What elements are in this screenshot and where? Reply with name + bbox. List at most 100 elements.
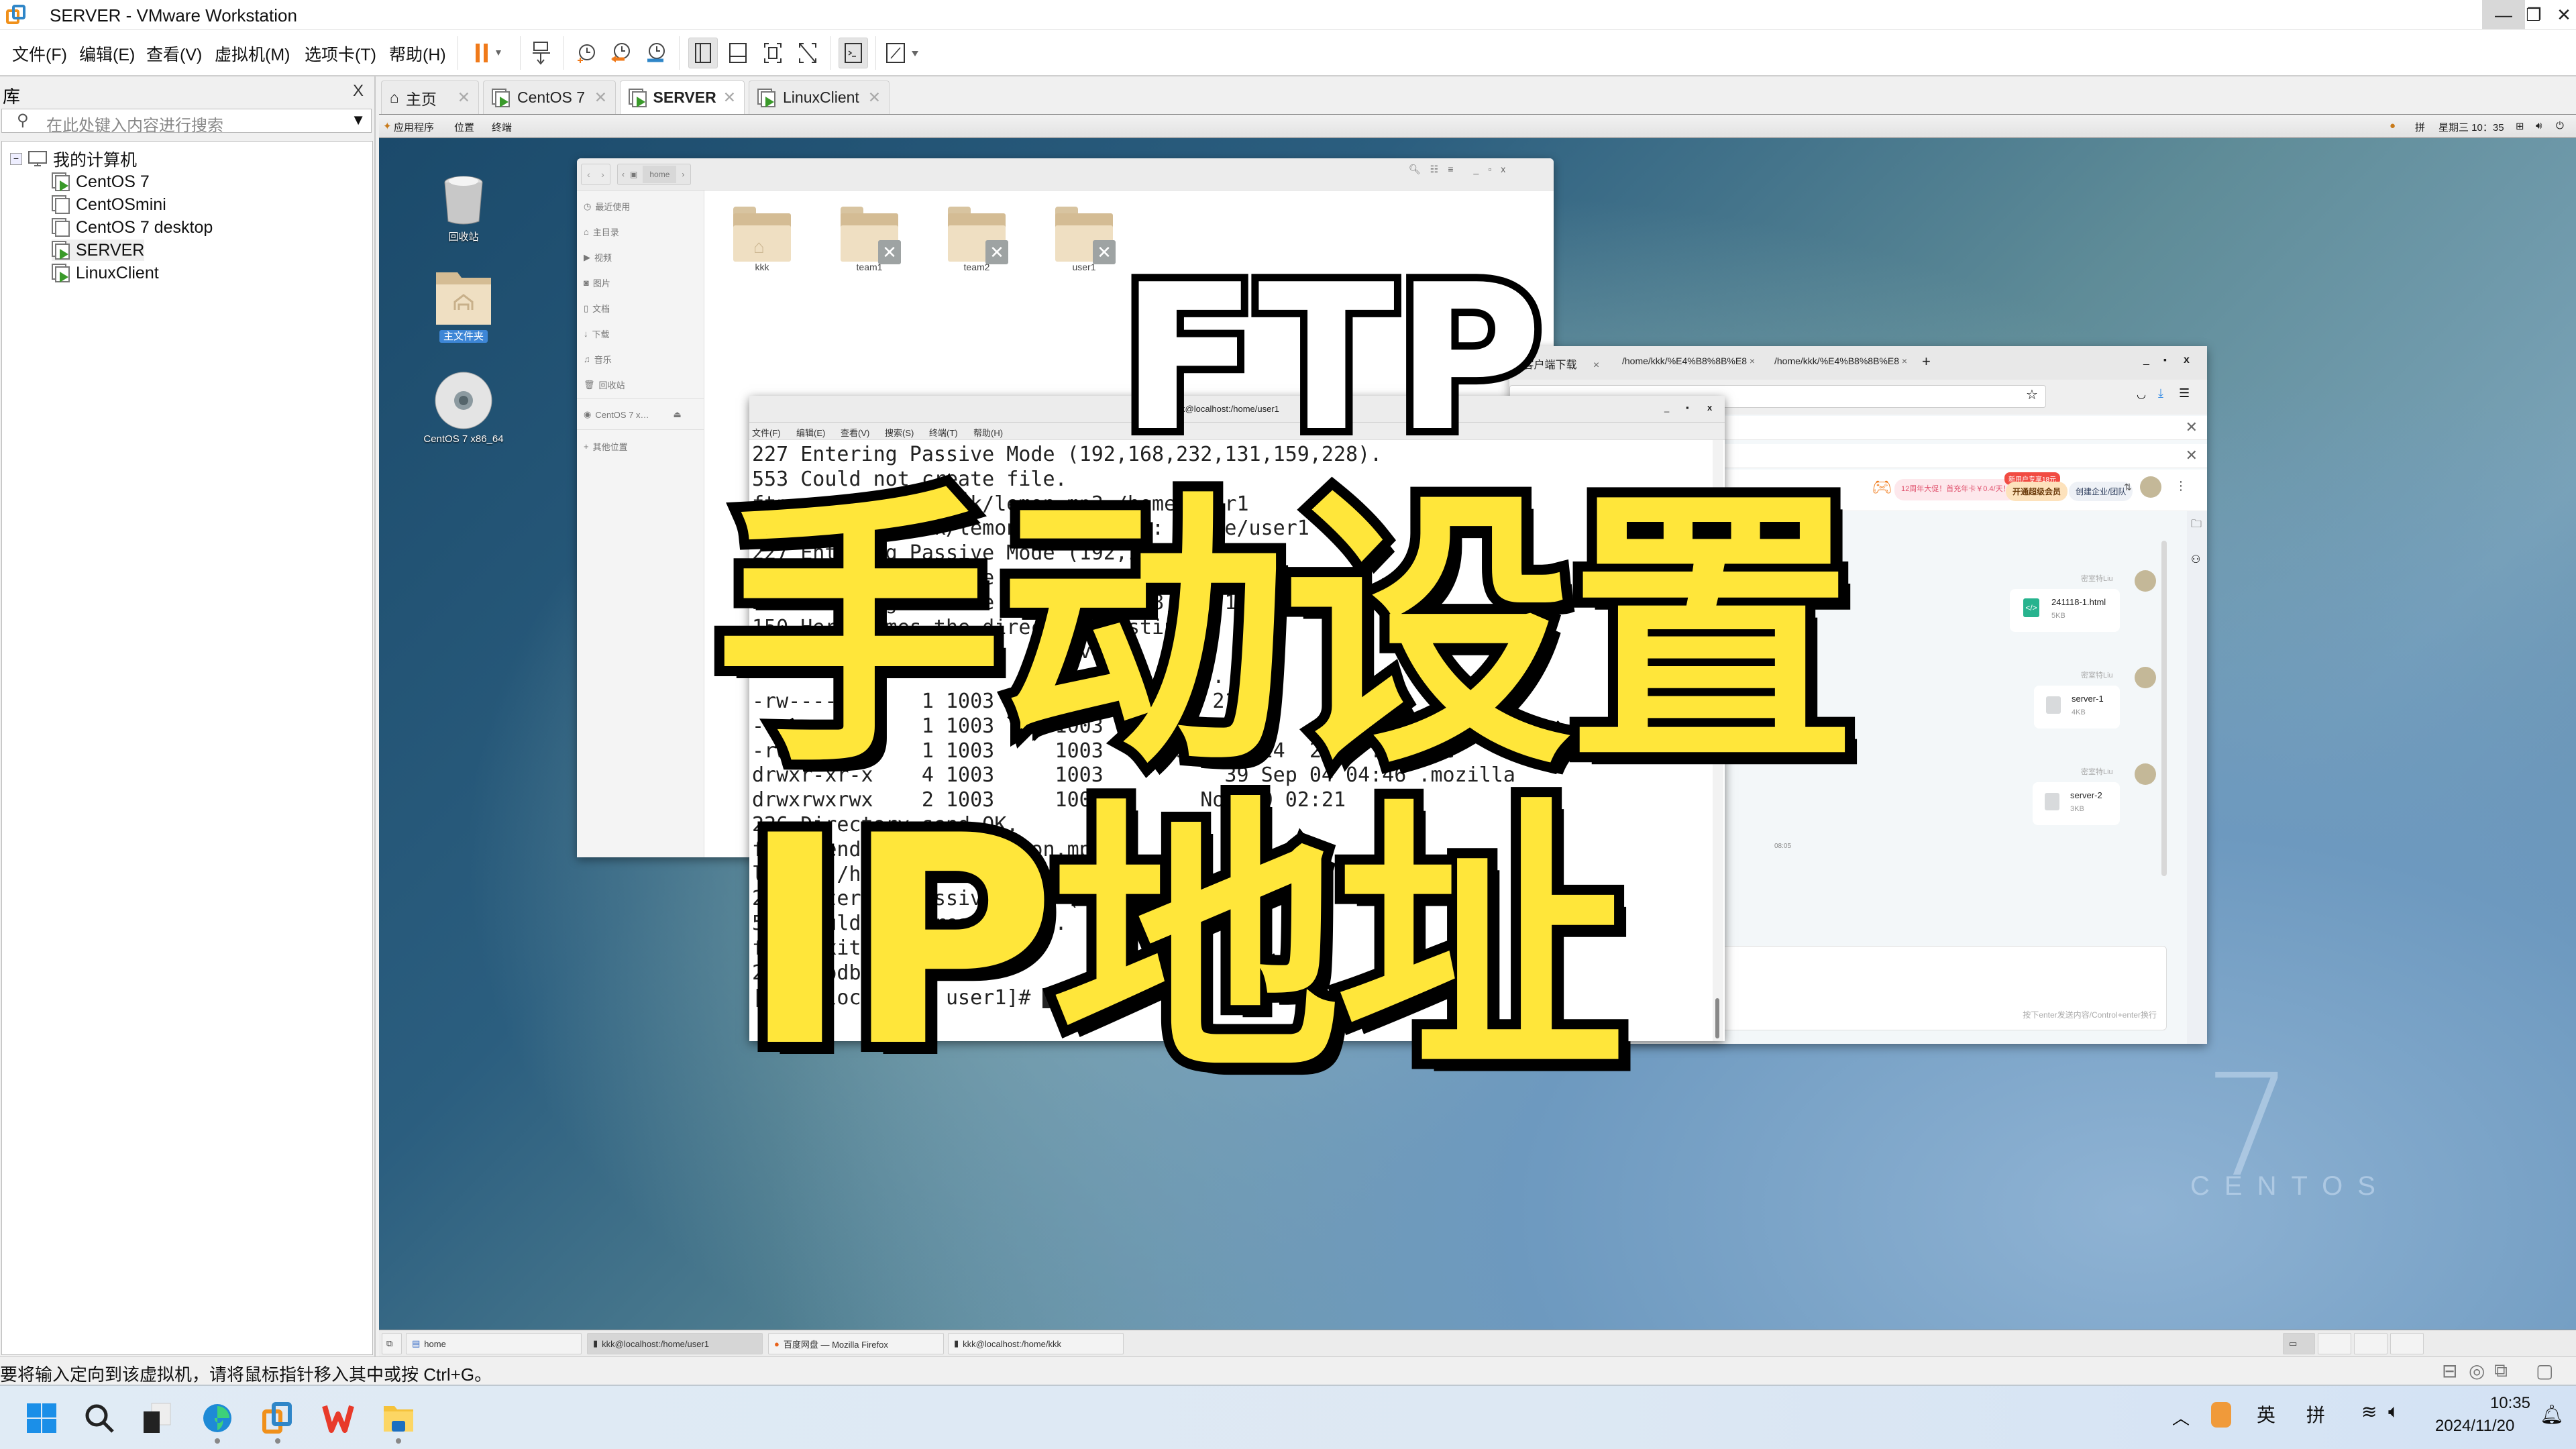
- ime-indicator[interactable]: 拼: [2415, 120, 2425, 134]
- menu-places[interactable]: 位置: [454, 120, 474, 134]
- terminal-menu-terminal[interactable]: 终端(T): [929, 426, 958, 439]
- chat-scrollbar[interactable]: [2161, 541, 2167, 876]
- workspace-4[interactable]: [2390, 1333, 2424, 1354]
- search-dropdown-icon[interactable]: ▼: [351, 111, 366, 129]
- minimize-icon[interactable]: _: [2143, 354, 2149, 366]
- wifi-icon[interactable]: ≋: [2361, 1401, 2377, 1423]
- workspace-1[interactable]: ▭: [2283, 1333, 2315, 1354]
- download-icon[interactable]: ⤓: [2158, 386, 2163, 400]
- terminal-menu-file[interactable]: 文件(F): [752, 426, 781, 439]
- sidebar-item-other-locations[interactable]: + 其他位置: [584, 440, 628, 453]
- path-bar[interactable]: ‹ ▣ home ›: [617, 164, 691, 185]
- folder-icon[interactable]: 🗀︎: [2191, 517, 2202, 535]
- menu-vm[interactable]: 虚拟机(M): [215, 42, 290, 66]
- stretch-view-button[interactable]: [883, 38, 927, 68]
- volume-icon[interactable]: 🔈︎: [2388, 1401, 2400, 1423]
- close-button[interactable]: ✕: [2542, 0, 2576, 30]
- thumbnail-view-button[interactable]: [723, 38, 753, 68]
- search-button[interactable]: [80, 1399, 118, 1437]
- maximize-icon[interactable]: ▪: [1686, 402, 1689, 413]
- guest-task-terminal-kkk[interactable]: ▮ kkk@localhost:/home/kkk: [948, 1333, 1124, 1354]
- sidebar-item-videos[interactable]: ▶ 视频: [584, 251, 612, 264]
- sidebar-item-centos-disc[interactable]: ◉ CentOS 7 x… ⏏: [584, 409, 682, 420]
- guest-task-firefox[interactable]: ● 百度网盘 — Mozilla Firefox: [768, 1333, 944, 1354]
- network-icon[interactable]: ⊞: [2516, 120, 2524, 132]
- menu-terminal[interactable]: 终端: [492, 120, 512, 134]
- gnome-clock[interactable]: 星期三 10：35: [2438, 120, 2504, 134]
- sidebar-item-home[interactable]: ⌂ 主目录: [584, 225, 619, 238]
- menu-edit[interactable]: 编辑(E): [79, 42, 135, 66]
- revert-snapshot-button[interactable]: [606, 38, 636, 68]
- group-members-icon[interactable]: ⚇: [2191, 553, 2200, 566]
- workspace-2[interactable]: [2318, 1333, 2351, 1354]
- sidebar-item-trash[interactable]: 🗑︎ 回收站: [584, 378, 625, 391]
- take-snapshot-button[interactable]: [572, 38, 601, 68]
- browser-tab[interactable]: /home/kkk/%E4%B8%8B%E8 ×: [1774, 356, 1907, 366]
- ime-pinyin[interactable]: 拼: [2306, 1401, 2325, 1428]
- back-icon[interactable]: ‹: [587, 169, 590, 180]
- console-view-button[interactable]: [839, 38, 868, 68]
- path-segment-home[interactable]: home: [643, 166, 677, 183]
- vmware-button[interactable]: [259, 1399, 297, 1444]
- task-view-button[interactable]: [138, 1399, 176, 1437]
- notification-bell-icon[interactable]: 🔔︎: [2540, 1403, 2564, 1426]
- sidebar-item-documents[interactable]: ▯ 文档: [584, 302, 610, 315]
- fullscreen-button[interactable]: [758, 38, 788, 68]
- message-log-icon[interactable]: ▢: [2536, 1360, 2553, 1382]
- show-desktop-button[interactable]: ⧉: [382, 1333, 402, 1354]
- edge-button[interactable]: [199, 1399, 236, 1444]
- menu-view[interactable]: 查看(V): [146, 42, 202, 66]
- terminal-menu-help[interactable]: 帮助(H): [973, 426, 1003, 439]
- tree-vm-centos7-desktop[interactable]: CentOS 7 desktop: [52, 217, 213, 238]
- menu-file[interactable]: 文件(F): [12, 42, 67, 66]
- transfer-icon[interactable]: ⇅: [2124, 482, 2132, 493]
- tab-centos7[interactable]: CentOS 7 ✕: [483, 80, 616, 114]
- library-view-button[interactable]: [688, 38, 718, 68]
- tree-vm-linuxclient[interactable]: LinuxClient: [52, 262, 159, 284]
- minimize-icon[interactable]: _: [1664, 402, 1669, 413]
- maximize-icon[interactable]: ▪: [2163, 354, 2167, 365]
- pause-button[interactable]: [466, 38, 513, 68]
- terminal-menu-view[interactable]: 查看(V): [841, 426, 869, 439]
- sidebar-item-recent[interactable]: ◷ 最近使用: [584, 200, 630, 213]
- desktop-icon-home-folder[interactable]: 主文件夹: [417, 270, 511, 343]
- wps-button[interactable]: [319, 1399, 357, 1437]
- maximize-icon[interactable]: ▫: [1488, 164, 1491, 175]
- hamburger-menu-icon[interactable]: ☰: [2179, 386, 2190, 400]
- folder-team1[interactable]: ✕ team1: [836, 207, 903, 272]
- ime-english[interactable]: 英: [2257, 1401, 2275, 1428]
- game-icon[interactable]: 🎮︎: [1872, 478, 1892, 497]
- ime-app-icon[interactable]: [2211, 1402, 2231, 1428]
- tree-vm-centosmini[interactable]: CentOSmini: [52, 194, 166, 215]
- minimize-icon[interactable]: _: [1474, 164, 1479, 175]
- file-message[interactable]: server-2 3KB: [2033, 782, 2120, 825]
- new-tab-button[interactable]: +: [1922, 353, 1931, 370]
- guest-task-terminal-user1[interactable]: ▮ kkk@localhost:/home/user1: [587, 1333, 763, 1354]
- eject-icon[interactable]: ⏏: [674, 409, 682, 420]
- library-search-input[interactable]: ⚲ 在此处键入内容进行搜索 ▼: [1, 109, 372, 135]
- tab-server[interactable]: SERVER ✕: [620, 80, 745, 114]
- hard-disk-icon[interactable]: ⊟: [2442, 1360, 2457, 1382]
- file-explorer-button[interactable]: [380, 1399, 417, 1444]
- send-ctrl-alt-del-button[interactable]: [527, 38, 556, 68]
- sidebar-item-music[interactable]: ♫ 音乐: [584, 353, 612, 366]
- tab-home[interactable]: ⌂ 主页 ✕: [381, 80, 479, 114]
- terminal-menu-search[interactable]: 搜索(S): [885, 426, 914, 439]
- close-icon[interactable]: x: [1707, 402, 1712, 413]
- search-icon[interactable]: 🔍︎: [1409, 164, 1421, 175]
- library-close-button[interactable]: X: [353, 82, 364, 101]
- workspace-3[interactable]: [2354, 1333, 2387, 1354]
- forward-icon[interactable]: ›: [601, 169, 604, 180]
- network-adapter-icon[interactable]: ⧉: [2494, 1360, 2508, 1382]
- folder-team2[interactable]: ✕ team2: [943, 207, 1010, 272]
- tab-linuxclient[interactable]: LinuxClient ✕: [749, 80, 890, 114]
- user-avatar[interactable]: [2140, 476, 2161, 498]
- tree-vm-centos7[interactable]: CentOS 7: [52, 171, 150, 193]
- unity-button[interactable]: [793, 38, 822, 68]
- menu-icon[interactable]: ≡: [1448, 164, 1453, 175]
- collapse-icon[interactable]: −: [10, 153, 22, 165]
- menu-tabs[interactable]: 选项卡(T): [305, 42, 376, 66]
- file-message[interactable]: server-1 4KB: [2034, 686, 2120, 729]
- sidebar-item-pictures[interactable]: ◙ 图片: [584, 276, 610, 289]
- nav-back-forward[interactable]: ‹ ›: [581, 164, 610, 185]
